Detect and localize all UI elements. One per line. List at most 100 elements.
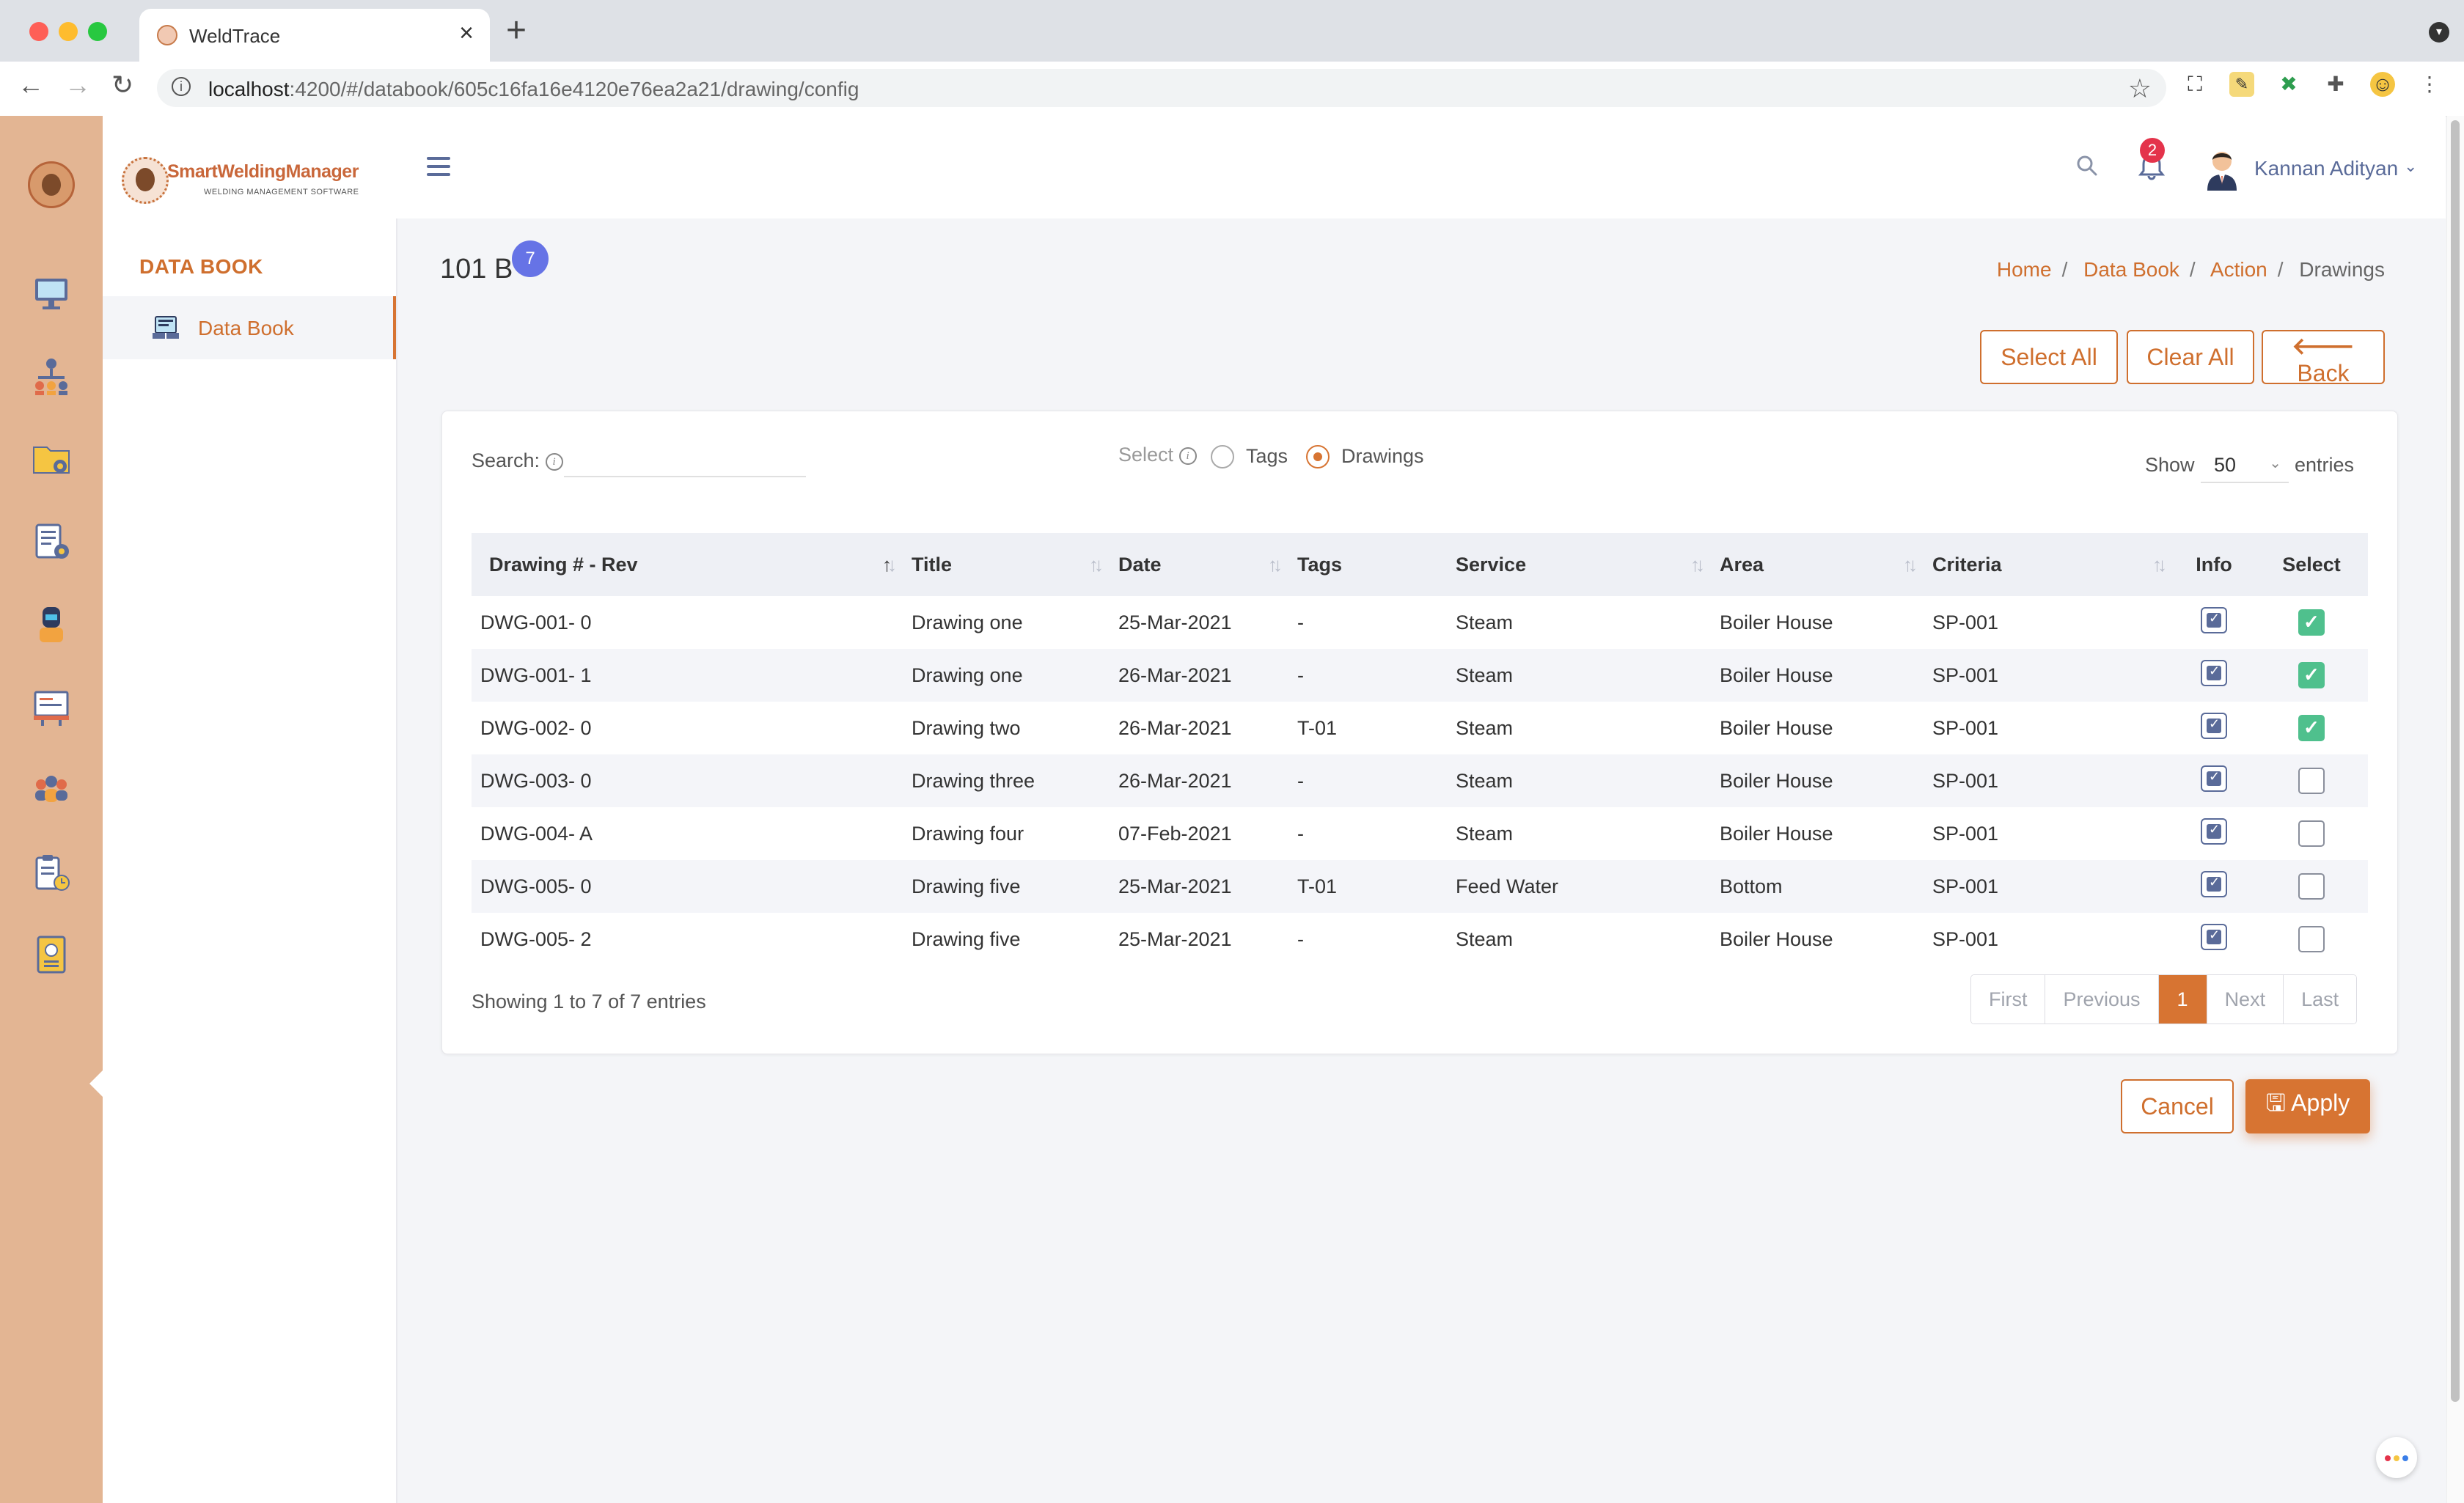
cell-date: 07-Feb-2021 <box>1118 822 1232 845</box>
app-logo-icon[interactable] <box>28 161 75 208</box>
org-chart-icon[interactable] <box>31 356 72 397</box>
select-checkbox[interactable] <box>2298 820 2325 847</box>
pencil-extension-icon[interactable]: ✎ <box>2229 72 2254 97</box>
info-icon[interactable] <box>2201 870 2227 897</box>
radio-drawings-label[interactable]: Drawings <box>1341 445 1424 468</box>
column-header-drawing[interactable]: Drawing # - Rev ↑↓ <box>472 533 903 596</box>
column-header-service[interactable]: Service ↑↓ <box>1447 533 1711 596</box>
chevron-down-icon[interactable]: ⌄ <box>2404 157 2417 176</box>
sort-icon[interactable]: ↑↓ <box>1903 554 1918 576</box>
select-checkbox[interactable] <box>2298 609 2325 636</box>
cell-service: Steam <box>1447 754 1711 807</box>
new-tab-icon[interactable]: + <box>506 13 527 48</box>
cell-service: Steam <box>1456 611 1514 633</box>
welder-icon[interactable] <box>31 604 72 645</box>
column-header-area[interactable]: Area ↑↓ <box>1711 533 1924 596</box>
tab-search-icon[interactable]: ▾ <box>2429 22 2449 43</box>
back-arrow-icon[interactable]: ← <box>18 72 44 98</box>
sort-icon[interactable]: ↑↓ <box>1690 554 1705 576</box>
reload-icon[interactable]: ↻ <box>111 72 133 98</box>
select-all-button[interactable]: Select All <box>1980 330 2118 384</box>
clear-all-button[interactable]: Clear All <box>2127 330 2254 384</box>
back-button[interactable]: 🡐 Back <box>2262 330 2385 386</box>
profile-icon[interactable]: ☺ <box>2370 72 2395 97</box>
search-icon[interactable] <box>2075 154 2099 177</box>
cell-service: Feed Water <box>1447 860 1711 913</box>
folder-settings-icon[interactable] <box>31 438 72 479</box>
breadcrumb-data-book[interactable]: Data Book <box>2083 258 2179 281</box>
menu-toggle-icon[interactable] <box>427 157 450 176</box>
address-bar[interactable]: i localhost:4200/#/databook/605c16fa16e4… <box>157 69 2166 107</box>
column-header-date[interactable]: Date ↑↓ <box>1110 533 1288 596</box>
bookmark-star-icon[interactable]: ☆ <box>2128 73 2152 104</box>
tools-extension-icon[interactable]: ✖ <box>2276 72 2301 97</box>
info-icon[interactable] <box>2201 817 2227 845</box>
table-row: DWG-003- 0 Drawing three 26-Mar-2021- Steam… <box>472 754 2368 807</box>
data-book-icon <box>153 316 179 339</box>
cancel-button[interactable]: Cancel <box>2121 1079 2234 1133</box>
count-badge: 7 <box>512 240 549 277</box>
team-icon[interactable] <box>31 768 72 809</box>
column-header-criteria[interactable]: Criteria ↑↓ <box>1924 533 2173 596</box>
chat-widget-button[interactable] <box>2376 1437 2417 1478</box>
cell-tags: - <box>1288 754 1447 807</box>
column-header-title[interactable]: Title ↑↓ <box>903 533 1110 596</box>
select-checkbox[interactable] <box>2298 873 2325 900</box>
sort-icon[interactable]: ↑↓ <box>1268 554 1283 576</box>
pager-next[interactable]: Next <box>2207 975 2284 1024</box>
radio-tags-label[interactable]: Tags <box>1246 445 1288 468</box>
pagination: First Previous 1 Next Last <box>1970 974 2358 1024</box>
user-avatar[interactable] <box>2201 144 2243 191</box>
browser-tab[interactable]: WeldTrace × <box>139 9 490 62</box>
nav-item-data-book[interactable]: Data Book <box>103 296 396 359</box>
certificate-icon[interactable] <box>31 934 72 975</box>
info-icon[interactable] <box>2201 606 2227 633</box>
browser-toolbar: ← → ↻ i localhost:4200/#/databook/605c16… <box>0 62 2464 117</box>
scrollbar-thumb[interactable] <box>2451 120 2460 1402</box>
user-name[interactable]: Kannan Adityan <box>2254 157 2398 180</box>
brand-logo[interactable]: SmartWeldingManager WELDING MANAGEMENT S… <box>122 157 371 208</box>
radio-tags[interactable] <box>1211 445 1234 468</box>
monitor-icon[interactable] <box>31 273 72 314</box>
radio-drawings[interactable] <box>1306 445 1330 468</box>
sort-icon[interactable]: ↑↓ <box>1089 554 1104 576</box>
cell-drawing: DWG-003- 0 <box>472 754 903 807</box>
select-info-icon[interactable]: i <box>1178 447 1197 465</box>
search-info-icon[interactable]: i <box>545 452 563 471</box>
info-icon[interactable] <box>2201 712 2227 739</box>
info-icon[interactable] <box>2201 765 2227 792</box>
info-icon[interactable] <box>2201 923 2227 950</box>
pager-page-1[interactable]: 1 <box>2158 975 2207 1024</box>
breadcrumb-home[interactable]: Home <box>1997 258 2052 281</box>
apply-button[interactable]: 🖫 Apply <box>2245 1079 2370 1133</box>
pager-previous[interactable]: Previous <box>2045 975 2159 1024</box>
pager-first[interactable]: First <box>1971 975 2046 1024</box>
nav-section-title: DATA BOOK <box>139 255 263 278</box>
cell-criteria: SP-001 <box>1924 754 2173 807</box>
info-icon[interactable] <box>2201 659 2227 686</box>
extensions-puzzle-icon[interactable]: ✚ <box>2323 72 2348 97</box>
checklist-settings-icon[interactable] <box>31 521 72 562</box>
inspection-board-icon[interactable] <box>31 686 72 727</box>
select-checkbox[interactable] <box>2298 662 2325 688</box>
page-size-select[interactable]: 50 ⌄ <box>2201 447 2289 483</box>
page-scrollbar[interactable] <box>2446 116 2464 1503</box>
close-window-button[interactable] <box>29 22 48 41</box>
screenshot-extension-icon[interactable]: ⛶ <box>2182 72 2207 97</box>
forward-arrow-icon[interactable]: → <box>65 72 91 98</box>
clipboard-clock-icon[interactable] <box>31 852 72 893</box>
cell-service: Steam <box>1456 822 1514 845</box>
sort-asc-icon[interactable]: ↑↓ <box>882 554 897 576</box>
minimize-window-button[interactable] <box>59 22 78 41</box>
pager-last[interactable]: Last <box>2284 975 2357 1024</box>
site-info-icon[interactable]: i <box>172 77 191 96</box>
select-checkbox[interactable] <box>2298 715 2325 741</box>
search-input[interactable] <box>564 445 806 477</box>
select-checkbox[interactable] <box>2298 768 2325 794</box>
tab-close-icon[interactable]: × <box>459 19 474 48</box>
select-checkbox[interactable] <box>2298 926 2325 952</box>
sort-icon[interactable]: ↑↓ <box>2152 554 2167 576</box>
breadcrumb-action[interactable]: Action <box>2210 258 2267 281</box>
zoom-window-button[interactable] <box>88 22 107 41</box>
browser-menu-icon[interactable]: ⋮ <box>2417 72 2442 97</box>
